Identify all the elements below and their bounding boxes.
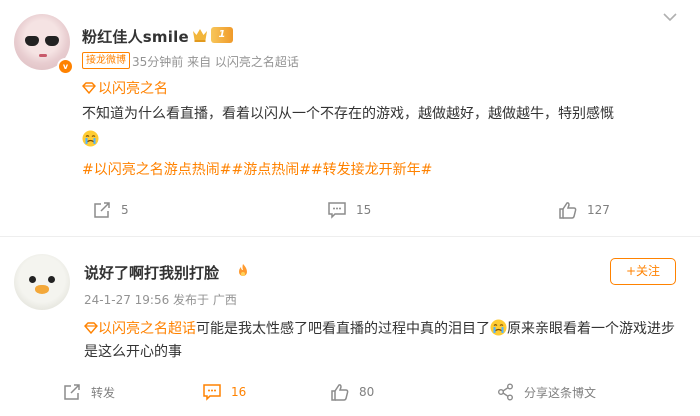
share-label: 转发 [91, 385, 116, 400]
like-button[interactable]: 127 [558, 201, 610, 219]
comment-share-button[interactable]: 转发 [62, 383, 115, 401]
like-count: 127 [587, 203, 610, 217]
commenter-avatar[interactable] [14, 254, 70, 310]
comment-count: 15 [356, 203, 372, 217]
share-network-icon [498, 383, 513, 401]
comment-icon [203, 384, 221, 401]
supertopic-diamond-icon [84, 322, 98, 334]
comment-reply-button[interactable]: 16 [202, 383, 246, 401]
avatar-beak [35, 285, 49, 294]
fire-badge-icon [235, 263, 251, 279]
thumbs-up-icon [331, 384, 349, 401]
comment-button[interactable]: 15 [327, 201, 371, 219]
share-post-button[interactable]: 分享这条博文 [497, 383, 596, 401]
comment-reply-count: 16 [231, 385, 247, 399]
comment-icon [328, 202, 346, 219]
thumbs-up-icon [559, 202, 577, 219]
commenter-name[interactable]: 说好了啊打我别打脸 [84, 262, 219, 283]
share-button[interactable]: 5 [92, 201, 129, 219]
divider [0, 236, 700, 237]
crying-emoji-icon [82, 130, 99, 147]
chevron-down-icon[interactable] [662, 12, 678, 22]
share-count: 5 [121, 203, 129, 217]
source-tag[interactable]: 接龙微博 [82, 52, 130, 69]
avatar-sunglasses [25, 36, 59, 46]
author-name[interactable]: 粉红佳人smile [82, 26, 189, 47]
crown-icon [192, 28, 208, 42]
supertopic-diamond-icon [82, 82, 96, 94]
level-badge: 1 [211, 27, 233, 43]
avatar-eye [48, 276, 55, 283]
comment-like-button[interactable]: 80 [330, 383, 374, 401]
share-icon [64, 384, 80, 400]
share-icon [94, 202, 110, 218]
verified-badge-icon: v [57, 58, 74, 75]
supertopic-link[interactable]: 以闪亮之名超话 [98, 321, 196, 337]
share-post-label: 分享这条博文 [524, 385, 597, 400]
post-text: 不知道为什么看直播，看着以闪从一个不存在的游戏，越做越好，越做越牛，特别感慨 [82, 106, 614, 122]
avatar-lips [39, 54, 47, 57]
supertopic-link[interactable]: 以闪亮之名 [82, 78, 168, 98]
follow-button[interactable]: +关注 [610, 258, 676, 285]
avatar-eye [29, 276, 36, 283]
comment-text-part1: 可能是我太性感了吧看直播的过程中真的泪目了 [196, 321, 490, 337]
comment-meta: 24-1-27 19:56 发布于 广西 [84, 293, 237, 307]
hashtag-links[interactable]: #以闪亮之名游点热闹##游点热闹##转发接龙开新年# [82, 159, 432, 179]
crying-emoji-icon [490, 319, 507, 336]
post-meta: 35分钟前 来自 以闪亮之名超话 [132, 55, 299, 69]
supertopic-label: 以闪亮之名 [98, 81, 168, 97]
comment-like-count: 80 [359, 385, 375, 399]
comment-text: 以闪亮之名超话可能是我太性感了吧看直播的过程中真的泪目了 原来亲眼看着一个游戏进步… [84, 318, 680, 364]
